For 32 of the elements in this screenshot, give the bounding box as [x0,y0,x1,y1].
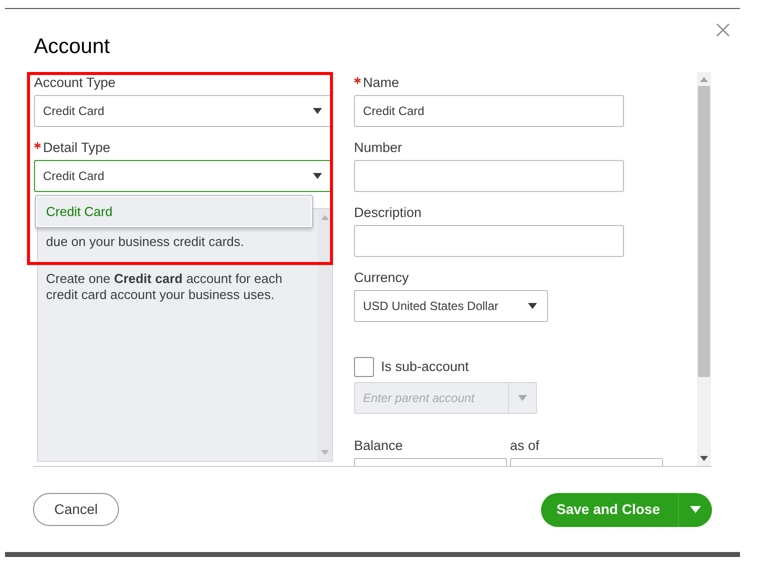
name-field[interactable]: Credit Card [354,95,624,127]
scroll-down-icon[interactable] [700,456,708,461]
detail-type-select[interactable]: Credit Card [34,160,333,192]
caret-icon[interactable] [690,506,701,513]
menu-item[interactable]: Credit Card [37,197,311,226]
caret-icon [518,395,527,402]
caret-icon [528,303,537,309]
scroll-up-icon[interactable] [700,77,708,82]
help-text: due on your business credit cards. [46,234,245,250]
field-label: Number [354,140,402,155]
caret-icon [313,108,322,114]
caret-icon [313,173,322,179]
field-label: Name [363,75,400,90]
scrollbar[interactable] [697,72,711,466]
field-label: as of [510,438,540,454]
close-icon[interactable] [716,23,730,37]
field-label: Account Type [34,75,116,90]
cancel-button[interactable]: Cancel [33,493,119,526]
currency-select[interactable]: USD United States Dollar [354,290,548,322]
checkbox[interactable] [354,357,374,378]
checkbox-label: Is sub-account [381,358,469,376]
description-field[interactable] [354,225,624,257]
field-label: Balance [354,438,403,454]
account-type-select[interactable]: Credit Card [34,95,333,127]
field-label: Description [354,205,422,220]
field-label: Currency [354,270,409,285]
scroll-up-icon[interactable] [321,215,329,220]
help-text: Create one Credit card account for each credit card account your business uses. [46,271,284,303]
field-label: Detail Type [43,140,110,155]
dialog-title: Account [34,34,111,60]
dropdown-button[interactable] [508,382,537,414]
number-field[interactable] [354,160,624,192]
